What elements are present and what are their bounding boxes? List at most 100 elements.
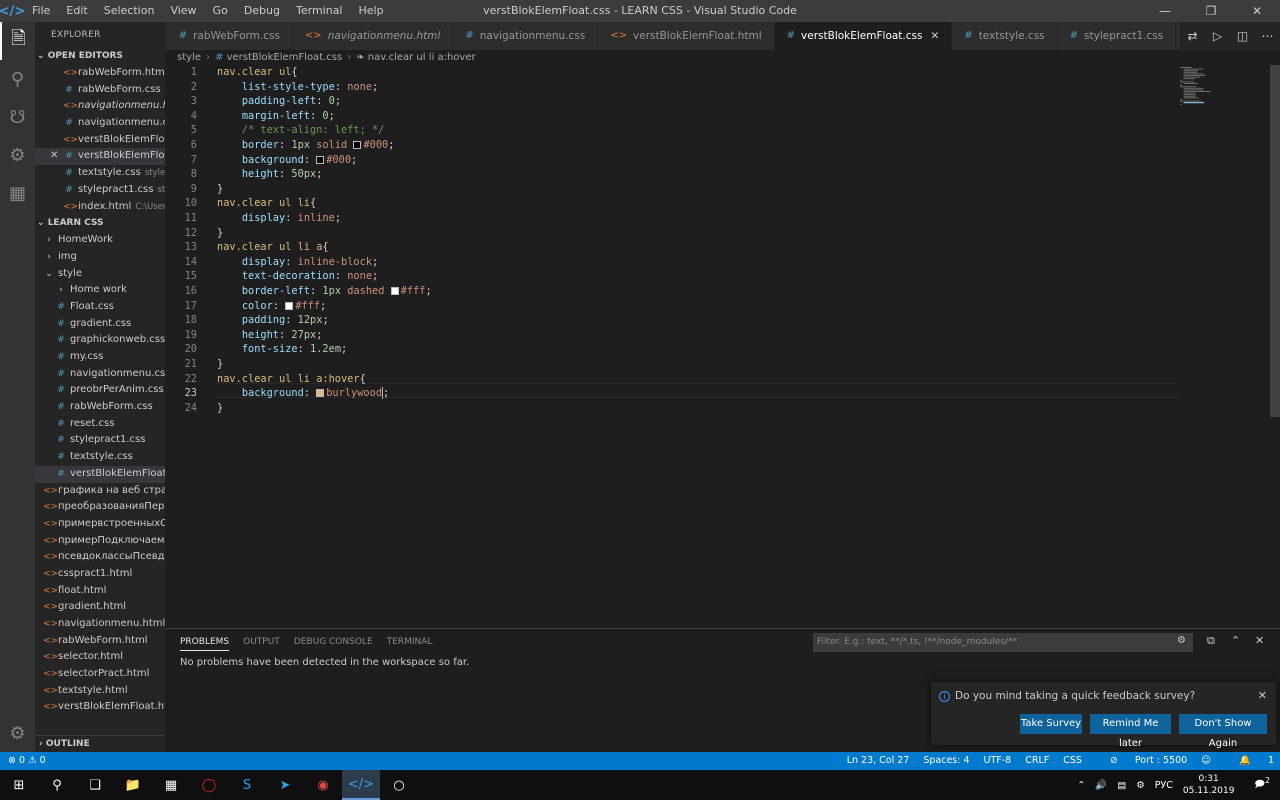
file-item[interactable]: # gradient.css bbox=[35, 316, 165, 333]
code-line[interactable]: font-size: 1.2em; bbox=[217, 342, 347, 357]
menu-help[interactable]: Help bbox=[351, 0, 392, 22]
close-panel-icon[interactable]: ✕ bbox=[1255, 634, 1264, 647]
code-line[interactable]: display: inline; bbox=[217, 211, 341, 226]
calculator-icon[interactable]: ▦ bbox=[152, 770, 190, 800]
problems-filter-input[interactable]: Filter. E.g.: text, **/*.ts, !**/node_mo… bbox=[813, 633, 1193, 652]
clock[interactable]: 0:31 05.11.2019 bbox=[1183, 773, 1245, 797]
file-item[interactable]: <>преобразованияПер... bbox=[35, 499, 165, 516]
network-icon[interactable]: ▤ bbox=[1117, 780, 1126, 791]
problems-indicator[interactable]: ⊗ 0 ⚠ 0 bbox=[8, 752, 46, 770]
project-header[interactable]: ⌄ LEARN CSS bbox=[35, 215, 165, 232]
editor-tab[interactable]: # textstyle.css bbox=[952, 22, 1058, 50]
live-server-port[interactable]: ⊘ Port : 5500 bbox=[1096, 752, 1187, 770]
menu-file[interactable]: File bbox=[24, 0, 58, 22]
code-line[interactable]: height: 50px; bbox=[217, 167, 323, 182]
file-item[interactable]: # reset.css bbox=[35, 416, 165, 433]
open-editor-item[interactable]: # textstyle.css style bbox=[35, 165, 165, 182]
indentation[interactable]: Spaces: 4 bbox=[923, 752, 969, 770]
language-indicator[interactable]: РУС bbox=[1155, 780, 1173, 791]
file-item[interactable]: <>csspract1.html bbox=[35, 566, 165, 583]
code-line[interactable]: /* text-align: left; */ bbox=[217, 123, 385, 138]
open-editor-item[interactable]: <>index.htmlC:\User... bbox=[35, 199, 165, 216]
opera-icon[interactable]: ◯ bbox=[190, 770, 228, 800]
file-item[interactable]: <>псевдоклассыПсевд... bbox=[35, 549, 165, 566]
tab-debug-console[interactable]: DEBUG CONSOLE bbox=[294, 637, 373, 651]
task-view-icon[interactable]: ❏ bbox=[76, 770, 114, 800]
manage-gear-icon[interactable]: ⚙ bbox=[0, 714, 35, 752]
menu-view[interactable]: View bbox=[162, 0, 204, 22]
dont-show-again-button[interactable]: Don't Show Again bbox=[1179, 714, 1267, 749]
code-line[interactable]: nav.clear ul{ bbox=[217, 65, 298, 80]
file-item[interactable]: # textstyle.css bbox=[35, 449, 165, 466]
close-editor-icon[interactable]: ✕ bbox=[50, 148, 58, 165]
code-line[interactable]: text-decoration: none; bbox=[217, 269, 378, 284]
code-line[interactable]: border: 1px solid #000; bbox=[217, 138, 395, 153]
tab-output[interactable]: OUTPUT bbox=[243, 637, 280, 651]
file-item[interactable]: <>примерПодключаем... bbox=[35, 533, 165, 550]
encoding[interactable]: UTF-8 bbox=[984, 752, 1012, 770]
skype-icon[interactable]: S bbox=[228, 770, 266, 800]
folder-item[interactable]: › Home work bbox=[35, 282, 165, 299]
steam-icon[interactable]: ⚙ bbox=[1136, 780, 1145, 791]
file-item[interactable]: # graphickonweb.css bbox=[35, 332, 165, 349]
code-line[interactable]: padding-left: 0; bbox=[217, 94, 341, 109]
editor-tab[interactable]: # stylepract1.css bbox=[1057, 22, 1177, 50]
code-line[interactable]: background: #000; bbox=[217, 153, 357, 168]
open-editor-item[interactable]: # stylepract1.cssstyle bbox=[35, 182, 165, 199]
close-tab-icon[interactable]: ✕ bbox=[930, 22, 939, 50]
feedback-smiley-icon[interactable]: ☺ bbox=[1201, 752, 1211, 770]
file-explorer-icon[interactable]: 📁 bbox=[114, 770, 152, 800]
code-line[interactable]: margin-left: 0; bbox=[217, 109, 335, 124]
tab-terminal[interactable]: TERMINAL bbox=[387, 637, 433, 651]
code-line[interactable]: } bbox=[217, 226, 223, 241]
debug-icon[interactable]: ⚙ bbox=[0, 136, 35, 174]
folder-item[interactable]: › HomeWork bbox=[35, 232, 165, 249]
breadcrumb-symbol[interactable]: nav.clear ul li a:hover bbox=[368, 52, 476, 63]
menu-edit[interactable]: Edit bbox=[58, 0, 95, 22]
close-window-icon[interactable]: ✕ bbox=[1234, 0, 1280, 22]
code-line[interactable]: color: #fff; bbox=[217, 299, 326, 314]
open-changes-icon[interactable]: ⇄ bbox=[1180, 22, 1205, 50]
outline-header[interactable]: › OUTLINE bbox=[35, 735, 165, 752]
search-icon[interactable]: ⚲ bbox=[38, 770, 76, 800]
code-line[interactable]: } bbox=[217, 357, 223, 372]
minimize-icon[interactable]: — bbox=[1142, 0, 1188, 22]
code-line[interactable]: height: 27px; bbox=[217, 328, 323, 343]
explorer-icon[interactable]: 🗎 bbox=[0, 22, 35, 60]
source-control-icon[interactable]: ☋ bbox=[0, 98, 35, 136]
code-line[interactable]: nav.clear ul li a{ bbox=[217, 240, 329, 255]
app-circle-icon[interactable]: ○ bbox=[380, 770, 418, 800]
language-mode[interactable]: CSS bbox=[1063, 752, 1082, 770]
file-item[interactable]: # preobrPerAnim.css bbox=[35, 382, 165, 399]
restore-icon[interactable]: ❐ bbox=[1188, 0, 1234, 22]
code-line[interactable]: list-style-type: none; bbox=[217, 80, 378, 95]
file-item[interactable]: # my.css bbox=[35, 349, 165, 366]
editor-scrollbar[interactable] bbox=[1270, 65, 1280, 417]
maximize-panel-icon[interactable]: ⌃ bbox=[1231, 634, 1240, 647]
open-editor-item[interactable]: <>navigationmenu.h... bbox=[35, 98, 165, 115]
file-item[interactable]: # Float.css bbox=[35, 299, 165, 316]
code-line[interactable]: border-left: 1px dashed #fff; bbox=[217, 284, 432, 299]
file-item[interactable]: <>navigationmenu.html bbox=[35, 616, 165, 633]
code-line[interactable]: } bbox=[217, 182, 223, 197]
file-item[interactable]: <>selector.html bbox=[35, 649, 165, 666]
folder-item[interactable]: › img bbox=[35, 249, 165, 266]
file-item[interactable]: <>verstBlokElemFloat.ht... bbox=[35, 699, 165, 716]
file-item[interactable]: # navigationmenu.css bbox=[35, 366, 165, 383]
open-editor-item[interactable]: <>verstBlokElemFloa... bbox=[35, 132, 165, 149]
vscode-taskbar-icon[interactable]: </> bbox=[342, 770, 380, 800]
remind-later-button[interactable]: Remind Me later bbox=[1090, 714, 1171, 749]
code-line[interactable]: display: inline-block; bbox=[217, 255, 378, 270]
code-line[interactable]: background: burlywood; bbox=[217, 386, 389, 401]
minimap[interactable] bbox=[1178, 65, 1268, 105]
open-editors-header[interactable]: ⌄ OPEN EDITORS bbox=[35, 48, 165, 65]
file-item[interactable]: <>графика на веб стра... bbox=[35, 483, 165, 500]
extensions-icon[interactable]: ▦ bbox=[0, 174, 35, 212]
file-item[interactable]: <>selectorPract.html bbox=[35, 666, 165, 683]
split-editor-icon[interactable]: ◫ bbox=[1230, 22, 1255, 50]
editor-tab[interactable]: # navigationmenu.css bbox=[453, 22, 599, 50]
file-item[interactable]: # stylepract1.css bbox=[35, 432, 165, 449]
collapse-all-icon[interactable]: ⧉ bbox=[1207, 634, 1215, 648]
take-survey-button[interactable]: Take Survey bbox=[1020, 714, 1082, 734]
open-editor-item[interactable]: <>rabWebForm.html bbox=[35, 65, 165, 82]
